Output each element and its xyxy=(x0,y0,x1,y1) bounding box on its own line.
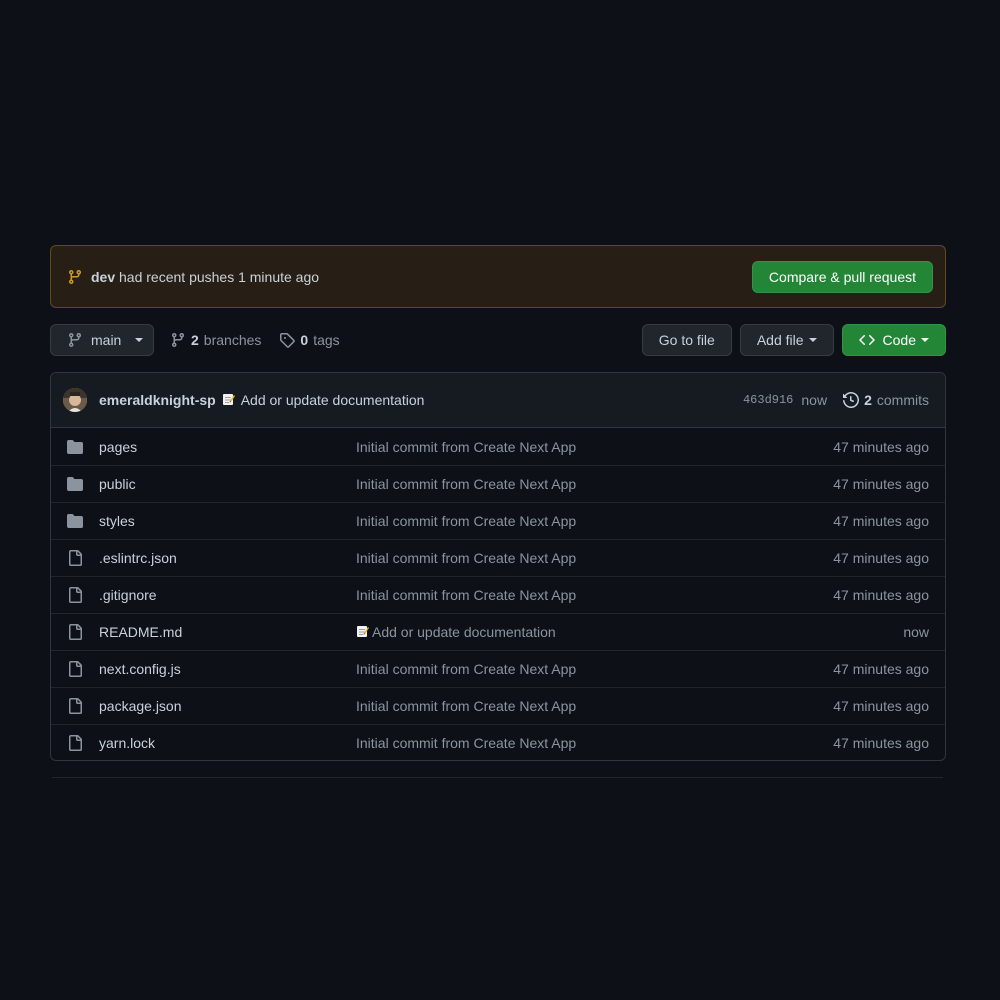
history-icon xyxy=(843,392,860,408)
file-commit-text[interactable]: Initial commit from Create Next App xyxy=(356,735,576,751)
file-icon xyxy=(67,735,83,751)
file-name-link[interactable]: styles xyxy=(99,513,356,529)
file-commit-text[interactable]: Initial commit from Create Next App xyxy=(356,698,576,714)
file-commit-age: 47 minutes ago xyxy=(833,513,929,529)
file-commit-age: 47 minutes ago xyxy=(833,661,929,677)
file-icon xyxy=(67,587,83,603)
recent-pushes-banner: dev had recent pushes 1 minute ago Compa… xyxy=(50,245,946,308)
file-commit-age: 47 minutes ago xyxy=(833,698,929,714)
file-name-link[interactable]: .gitignore xyxy=(99,587,356,603)
chevron-down-icon xyxy=(135,338,144,342)
file-commit-text[interactable]: Add or update documentation xyxy=(372,624,556,640)
commits-label: commits xyxy=(876,392,929,408)
file-commit-text[interactable]: Initial commit from Create Next App xyxy=(356,476,576,492)
code-icon xyxy=(858,332,875,348)
tag-icon xyxy=(279,332,296,348)
folder-icon xyxy=(67,476,83,492)
file-icon xyxy=(67,550,83,566)
file-row[interactable]: README.md Add or update documentation now xyxy=(51,613,945,650)
file-name-link[interactable]: yarn.lock xyxy=(99,735,356,751)
file-commit-message[interactable]: Initial commit from Create Next App xyxy=(356,735,789,751)
branch-selector[interactable]: main xyxy=(50,324,154,356)
tags-link[interactable]: 0 tags xyxy=(279,332,340,348)
file-commit-age: now xyxy=(903,624,929,640)
divider xyxy=(52,777,943,778)
file-row[interactable]: styles Initial commit from Create Next Ap… xyxy=(51,502,945,539)
code-button[interactable]: Code xyxy=(841,324,946,356)
add-file-button[interactable]: Add file xyxy=(739,324,834,356)
file-row[interactable]: .eslintrc.json Initial commit from Create… xyxy=(51,539,945,576)
recent-pushes-text: dev had recent pushes 1 minute ago xyxy=(67,269,319,285)
code-button-label: Code xyxy=(882,332,916,348)
file-browser: emeraldknight-sp Add or update documenta… xyxy=(50,372,946,761)
file-commit-age: 47 minutes ago xyxy=(833,587,929,603)
repo-toolbar: main 2 branches 0 tags Go to file Add fi… xyxy=(50,324,946,356)
avatar[interactable] xyxy=(63,388,87,412)
file-icon xyxy=(67,661,83,677)
file-name-link[interactable]: public xyxy=(99,476,356,492)
file-icon xyxy=(67,624,83,640)
file-icon xyxy=(67,698,83,714)
file-commit-message[interactable]: Initial commit from Create Next App xyxy=(356,550,789,566)
memo-emoji-icon xyxy=(222,392,235,408)
file-commit-age: 47 minutes ago xyxy=(833,476,929,492)
file-name-link[interactable]: README.md xyxy=(99,624,356,640)
recent-pushes-message: had recent pushes 1 minute ago xyxy=(119,268,320,285)
git-branch-icon xyxy=(170,332,186,348)
commit-author[interactable]: emeraldknight-sp xyxy=(99,392,216,408)
tags-count: 0 xyxy=(300,332,309,348)
commit-time: now xyxy=(801,392,828,408)
branch-selector-label: main xyxy=(91,332,122,348)
file-commit-text[interactable]: Initial commit from Create Next App xyxy=(356,550,576,566)
file-row[interactable]: package.json Initial commit from Create N… xyxy=(51,687,945,724)
file-row[interactable]: .gitignore Initial commit from Create Nex… xyxy=(51,576,945,613)
folder-icon xyxy=(67,513,83,529)
chevron-down-icon xyxy=(921,338,929,342)
file-name-link[interactable]: package.json xyxy=(99,698,356,714)
file-list: pages Initial commit from Create Next App… xyxy=(51,428,945,760)
commits-count: 2 xyxy=(864,392,872,408)
git-branch-icon xyxy=(67,269,83,285)
file-commit-message[interactable]: Initial commit from Create Next App xyxy=(356,513,789,529)
file-commit-message[interactable]: Add or update documentation xyxy=(356,624,789,640)
file-name-link[interactable]: next.config.js xyxy=(99,661,356,677)
file-commit-age: 47 minutes ago xyxy=(833,438,929,455)
commits-history-link[interactable]: 2 commits xyxy=(843,392,929,408)
branches-count: 2 xyxy=(191,332,199,348)
file-commit-age: 47 minutes ago xyxy=(833,550,929,566)
tags-label: tags xyxy=(313,332,340,348)
file-commit-message[interactable]: Initial commit from Create Next App xyxy=(356,587,789,603)
branches-link[interactable]: 2 branches xyxy=(170,332,261,348)
commit-sha[interactable]: 463d916 xyxy=(743,393,793,407)
file-commit-text[interactable]: Initial commit from Create Next App xyxy=(356,513,576,529)
file-commit-text[interactable]: Initial commit from Create Next App xyxy=(356,661,576,677)
file-commit-text[interactable]: Initial commit from Create Next App xyxy=(356,439,576,455)
file-commit-message[interactable]: Initial commit from Create Next App xyxy=(356,698,789,714)
branches-label: branches xyxy=(203,332,262,348)
latest-commit-bar: emeraldknight-sp Add or update documenta… xyxy=(51,373,945,428)
file-row[interactable]: next.config.js Initial commit from Create… xyxy=(51,650,945,687)
git-branch-icon xyxy=(67,332,83,348)
chevron-down-icon xyxy=(808,338,817,342)
folder-icon xyxy=(67,439,83,455)
file-commit-message[interactable]: Initial commit from Create Next App xyxy=(356,661,789,677)
go-to-file-button[interactable]: Go to file xyxy=(641,324,732,356)
file-commit-text[interactable]: Initial commit from Create Next App xyxy=(356,587,576,603)
file-row[interactable]: public Initial commit from Create Next Ap… xyxy=(51,465,945,502)
file-row[interactable]: yarn.lock Initial commit from Create Next… xyxy=(51,724,945,760)
compare-pull-request-button[interactable]: Compare & pull request xyxy=(751,260,933,293)
file-commit-message[interactable]: Initial commit from Create Next App xyxy=(356,476,789,492)
file-row[interactable]: pages Initial commit from Create Next App… xyxy=(51,428,945,465)
pushed-branch-name[interactable]: dev xyxy=(91,269,115,285)
file-name-link[interactable]: pages xyxy=(99,439,356,455)
file-commit-message[interactable]: Initial commit from Create Next App xyxy=(356,439,789,455)
file-name-link[interactable]: .eslintrc.json xyxy=(99,550,356,566)
memo-emoji-icon xyxy=(356,624,372,640)
file-commit-age: 47 minutes ago xyxy=(833,735,929,751)
add-file-label: Add file xyxy=(756,332,804,348)
commit-message[interactable]: Add or update documentation xyxy=(241,392,425,408)
